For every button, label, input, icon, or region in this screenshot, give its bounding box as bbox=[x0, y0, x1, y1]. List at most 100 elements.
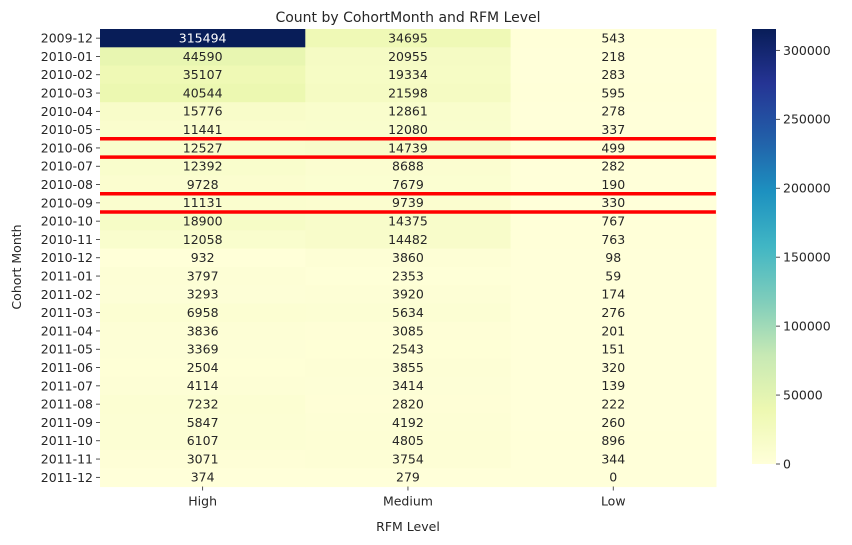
cell-value-label: 337 bbox=[601, 122, 625, 137]
cell-value-label: 12527 bbox=[183, 140, 223, 155]
cell-value-label: 330 bbox=[601, 195, 625, 210]
cell-value-label: 14375 bbox=[388, 213, 428, 228]
cell-value-label: 11131 bbox=[183, 195, 223, 210]
cell-value-label: 7232 bbox=[187, 396, 219, 411]
y-axis: 2009-12 2010-01 2010-02 2010-03 2010-04 2010-… bbox=[41, 31, 100, 485]
cell-value-label: 6107 bbox=[187, 433, 219, 448]
y-tick-label: 2011-04 bbox=[41, 323, 93, 338]
colorbar-tick-label: 0 bbox=[783, 456, 791, 471]
cell-value-label: 201 bbox=[601, 323, 625, 338]
y-tick-label: 2010-12 bbox=[41, 250, 93, 265]
cell-value-label: 260 bbox=[601, 415, 625, 430]
cell-value-label: 3085 bbox=[392, 323, 424, 338]
cell-value-label: 44590 bbox=[183, 49, 223, 64]
cell-value-label: 12861 bbox=[388, 104, 428, 119]
colorbar-tick-label: 200000 bbox=[783, 181, 831, 196]
cell-value-label: 9739 bbox=[392, 195, 424, 210]
cell-value-label: 8688 bbox=[392, 159, 424, 174]
cell-value-label: 278 bbox=[601, 104, 625, 119]
cell-value-label: 3369 bbox=[187, 342, 219, 357]
cell-value-label: 35107 bbox=[183, 67, 223, 82]
y-tick-label: 2010-10 bbox=[41, 214, 93, 229]
y-tick-label: 2010-11 bbox=[41, 232, 93, 247]
cell-value-label: 11441 bbox=[183, 122, 223, 137]
y-tick-label: 2011-06 bbox=[41, 360, 93, 375]
cell-value-label: 2353 bbox=[392, 268, 424, 283]
cell-value-label: 932 bbox=[191, 250, 215, 265]
y-tick-label: 2010-07 bbox=[41, 159, 93, 174]
cell-value-label: 14739 bbox=[388, 140, 428, 155]
cell-value-label: 3071 bbox=[187, 451, 219, 466]
y-tick-label: 2011-03 bbox=[41, 305, 93, 320]
x-tick-label: Medium bbox=[383, 494, 433, 509]
cell-value-label: 98 bbox=[605, 250, 621, 265]
cell-value-label: 499 bbox=[601, 140, 625, 155]
cell-value-label: 20955 bbox=[388, 49, 428, 64]
y-tick-label: 2011-07 bbox=[41, 378, 93, 393]
heatmap-cells: 315494 34695 543 44590 20955 218 35107 19334 283… bbox=[100, 29, 717, 488]
cell-value-label: 2504 bbox=[187, 360, 219, 375]
colorbar-tick-label: 100000 bbox=[783, 319, 831, 334]
cell-value-label: 12392 bbox=[183, 159, 223, 174]
cell-value-label: 59 bbox=[605, 268, 621, 283]
cell-value-label: 3293 bbox=[187, 287, 219, 302]
y-tick-label: 2011-05 bbox=[41, 342, 93, 357]
cell-value-label: 9728 bbox=[187, 177, 219, 192]
y-tick-label: 2010-08 bbox=[41, 177, 93, 192]
cell-value-label: 218 bbox=[601, 49, 625, 64]
cell-value-label: 3920 bbox=[392, 287, 424, 302]
cell-value-label: 6958 bbox=[187, 305, 219, 320]
colorbar-tick-label: 50000 bbox=[783, 387, 823, 402]
y-tick-label: 2010-06 bbox=[41, 140, 93, 155]
cell-value-label: 5847 bbox=[187, 415, 219, 430]
cell-value-label: 763 bbox=[601, 232, 625, 247]
y-tick-label: 2011-01 bbox=[41, 268, 93, 283]
y-tick-label: 2009-12 bbox=[41, 31, 93, 46]
cell-value-label: 7679 bbox=[392, 177, 424, 192]
cell-value-label: 2820 bbox=[392, 396, 424, 411]
cell-value-label: 315494 bbox=[179, 30, 227, 45]
y-tick-label: 2011-02 bbox=[41, 287, 93, 302]
cell-value-label: 3855 bbox=[392, 360, 424, 375]
cell-value-label: 40544 bbox=[183, 85, 223, 100]
colorbar-tick-label: 300000 bbox=[783, 43, 831, 58]
y-tick-label: 2010-02 bbox=[41, 67, 93, 82]
cell-value-label: 374 bbox=[191, 470, 215, 485]
cell-value-label: 767 bbox=[601, 213, 625, 228]
cell-value-label: 3836 bbox=[187, 323, 219, 338]
y-tick-label: 2010-01 bbox=[41, 49, 93, 64]
cell-value-label: 4805 bbox=[392, 433, 424, 448]
cell-value-label: 543 bbox=[601, 30, 625, 45]
y-tick-label: 2011-10 bbox=[41, 433, 93, 448]
cell-value-label: 4114 bbox=[187, 378, 219, 393]
cell-value-label: 222 bbox=[601, 396, 625, 411]
cell-value-label: 3860 bbox=[392, 250, 424, 265]
cell-value-label: 595 bbox=[601, 85, 625, 100]
x-axis-label: RFM Level bbox=[376, 519, 440, 534]
cell-value-label: 12080 bbox=[388, 122, 428, 137]
y-tick-label: 2010-03 bbox=[41, 85, 93, 100]
y-tick-label: 2011-11 bbox=[41, 451, 93, 466]
cell-value-label: 279 bbox=[396, 470, 420, 485]
cell-value-label: 5634 bbox=[392, 305, 424, 320]
cell-value-label: 139 bbox=[601, 378, 625, 393]
y-tick-label: 2011-08 bbox=[41, 397, 93, 412]
cell-value-label: 2543 bbox=[392, 342, 424, 357]
y-tick-label: 2010-05 bbox=[41, 122, 93, 137]
x-axis: High Medium Low bbox=[188, 486, 626, 509]
cell-value-label: 283 bbox=[601, 67, 625, 82]
cell-value-label: 190 bbox=[601, 177, 625, 192]
cell-value-label: 19334 bbox=[388, 67, 428, 82]
cell-value-label: 14482 bbox=[388, 232, 428, 247]
x-tick-label: High bbox=[188, 494, 217, 509]
cell-value-label: 344 bbox=[601, 451, 625, 466]
cell-value-label: 3754 bbox=[392, 451, 424, 466]
cell-value-label: 3797 bbox=[187, 268, 219, 283]
cell-value-label: 276 bbox=[601, 305, 625, 320]
y-tick-label: 2010-09 bbox=[41, 195, 93, 210]
colorbar-tick-label: 150000 bbox=[783, 250, 831, 265]
cell-value-label: 34695 bbox=[388, 30, 428, 45]
cell-value-label: 12058 bbox=[183, 232, 223, 247]
colorbar: 0 50000 100000 150000 200000 250000 300000 bbox=[752, 29, 831, 471]
cell-value-label: 896 bbox=[601, 433, 625, 448]
